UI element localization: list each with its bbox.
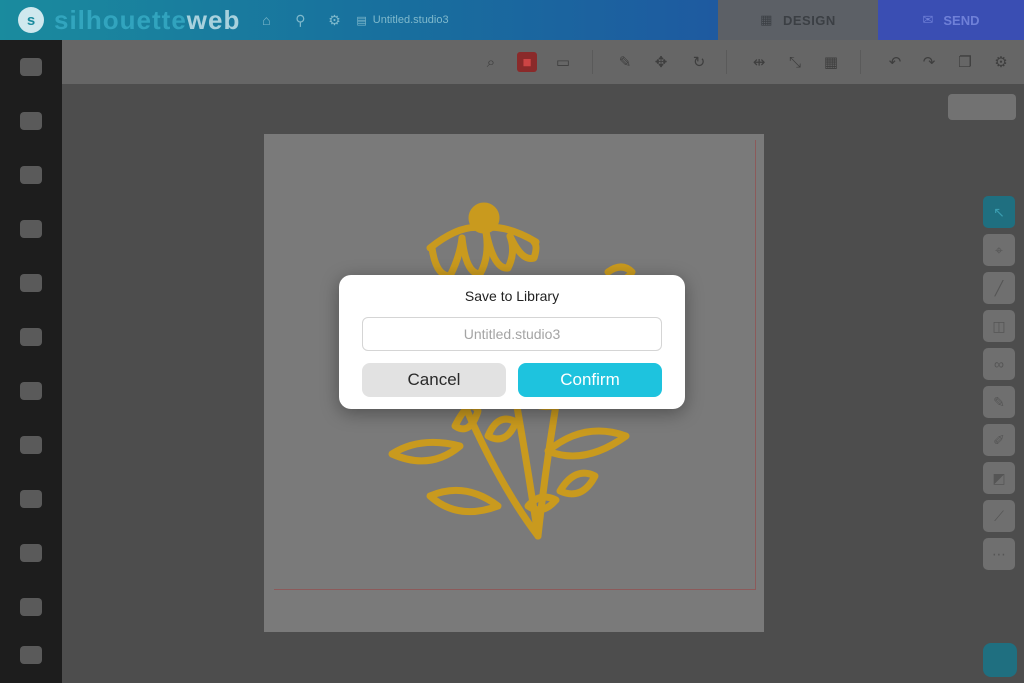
sidebar-item-effects[interactable] [0, 474, 62, 524]
pencil-tool-button[interactable]: ✎ [983, 386, 1015, 418]
knife-tool-button[interactable]: ⟋ [983, 500, 1015, 532]
tab-design[interactable]: ▦ DESIGN [718, 0, 878, 40]
grid-icon[interactable]: ▦ [820, 51, 842, 73]
tab-send[interactable]: ✉ SEND [878, 0, 1024, 40]
message-icon[interactable]: ▭ [552, 51, 574, 73]
document-name[interactable]: ▤ Untitled.studio3 [356, 14, 448, 27]
edit-points-icon: ⌖ [995, 241, 1003, 258]
text-icon [20, 166, 42, 184]
pencil-icon: ✎ [993, 393, 1005, 410]
redo-icon[interactable]: ↷ [918, 51, 940, 73]
sidebar-item-trace[interactable] [0, 204, 62, 254]
settings-icon [20, 598, 42, 616]
move-icon[interactable]: ✥ [650, 51, 672, 73]
line-tool-button[interactable]: ╱ [983, 272, 1015, 304]
edit-points-button[interactable]: ⌖ [983, 234, 1015, 266]
design-icon: ▦ [760, 12, 773, 27]
cut-border-line [274, 589, 756, 590]
shape-tool-button[interactable]: ◫ [983, 310, 1015, 342]
fill-icon [20, 382, 42, 400]
link-tool-button[interactable]: ∞ [983, 348, 1015, 380]
library-icon [20, 58, 42, 76]
link-icon: ∞ [994, 356, 1004, 372]
sidebar-item-folder[interactable] [0, 630, 62, 680]
sidebar-item-text[interactable] [0, 150, 62, 200]
zoom-icon[interactable]: ⌕ [480, 51, 502, 73]
help-button[interactable] [983, 643, 1017, 677]
shapes-icon [20, 112, 42, 130]
tab-design-label: DESIGN [782, 12, 836, 28]
line-icon: ╱ [994, 279, 1004, 296]
align-icon[interactable]: ⇹ [748, 51, 770, 73]
left-sidebar [0, 40, 62, 683]
sidebar-item-store[interactable] [0, 528, 62, 578]
brand-area: s silhouetteweb ⌂ ⚲ ⚙ ▤ Untitled.studio3 [0, 0, 718, 40]
more-tools-button[interactable]: ⋯ [983, 538, 1015, 570]
toolbar-divider [726, 50, 727, 74]
home-icon[interactable]: ⌂ [258, 12, 274, 28]
pointer-icon: ↖ [993, 203, 1005, 220]
transform-icon[interactable]: ⤡ [784, 51, 806, 73]
folder-icon [20, 646, 42, 664]
effects-icon [20, 490, 42, 508]
tab-send-label: SEND [943, 12, 980, 28]
pen-icon[interactable]: ✎ [614, 51, 636, 73]
toolbar-divider [592, 50, 593, 74]
trace-icon [20, 220, 42, 238]
sidebar-item-shapes[interactable] [0, 96, 62, 146]
sidebar-item-settings[interactable] [0, 582, 62, 632]
stop-icon[interactable]: ■ [517, 52, 537, 72]
rotate-icon[interactable]: ↻ [688, 51, 710, 73]
eraser-tool-button[interactable]: ◩ [983, 462, 1015, 494]
undo-icon[interactable]: ↶ [884, 51, 906, 73]
cancel-button[interactable]: Cancel [362, 363, 506, 397]
file-name-input[interactable] [362, 317, 662, 351]
toolbar-divider [860, 50, 861, 74]
more-icon: ⋯ [992, 545, 1006, 562]
dialog-title: Save to Library [464, 288, 560, 304]
knife-icon: ⟋ [994, 507, 1004, 524]
draw-icon [20, 274, 42, 292]
pen-icon: ✐ [993, 431, 1005, 448]
shape-icon: ◫ [992, 317, 1006, 334]
document-name-label: Untitled.studio3 [372, 14, 449, 26]
sidebar-item-library[interactable] [0, 42, 62, 92]
top-bar: s silhouetteweb ⌂ ⚲ ⚙ ▤ Untitled.studio3… [0, 0, 1024, 40]
eraser-icon: ◩ [992, 469, 1006, 486]
confirm-button[interactable]: Confirm [518, 363, 662, 397]
sidebar-item-layout[interactable] [0, 312, 62, 362]
select-tool-button[interactable]: ↖ [983, 196, 1015, 228]
settings-icon[interactable]: ⚙ [990, 51, 1012, 73]
layout-icon [20, 328, 42, 346]
pen-tool-button[interactable]: ✐ [983, 424, 1015, 456]
save-to-library-dialog: Save to Library Cancel Confirm [339, 275, 685, 409]
document-icon: ▤ [356, 14, 367, 27]
user-icon[interactable]: ⚲ [292, 12, 308, 28]
settings-icon[interactable]: ⚙ [326, 12, 342, 28]
sidebar-item-draw[interactable] [0, 258, 62, 308]
store-icon [20, 544, 42, 562]
cut-border-line [755, 140, 756, 590]
send-icon: ✉ [922, 12, 934, 27]
sidebar-item-offset[interactable] [0, 420, 62, 470]
logo: silhouetteweb [54, 4, 241, 35]
logo-icon: s [18, 7, 44, 33]
toolbar: ⌕ ■ ▭ ✎ ✥ ↻ ⇹ ⤡ ▦ ↶ ↷ ❐ ⚙ [62, 40, 1024, 84]
copy-icon[interactable]: ❐ [954, 51, 976, 73]
page-setup-button[interactable] [948, 94, 1016, 120]
sidebar-item-fill[interactable] [0, 366, 62, 416]
offset-icon [20, 436, 42, 454]
